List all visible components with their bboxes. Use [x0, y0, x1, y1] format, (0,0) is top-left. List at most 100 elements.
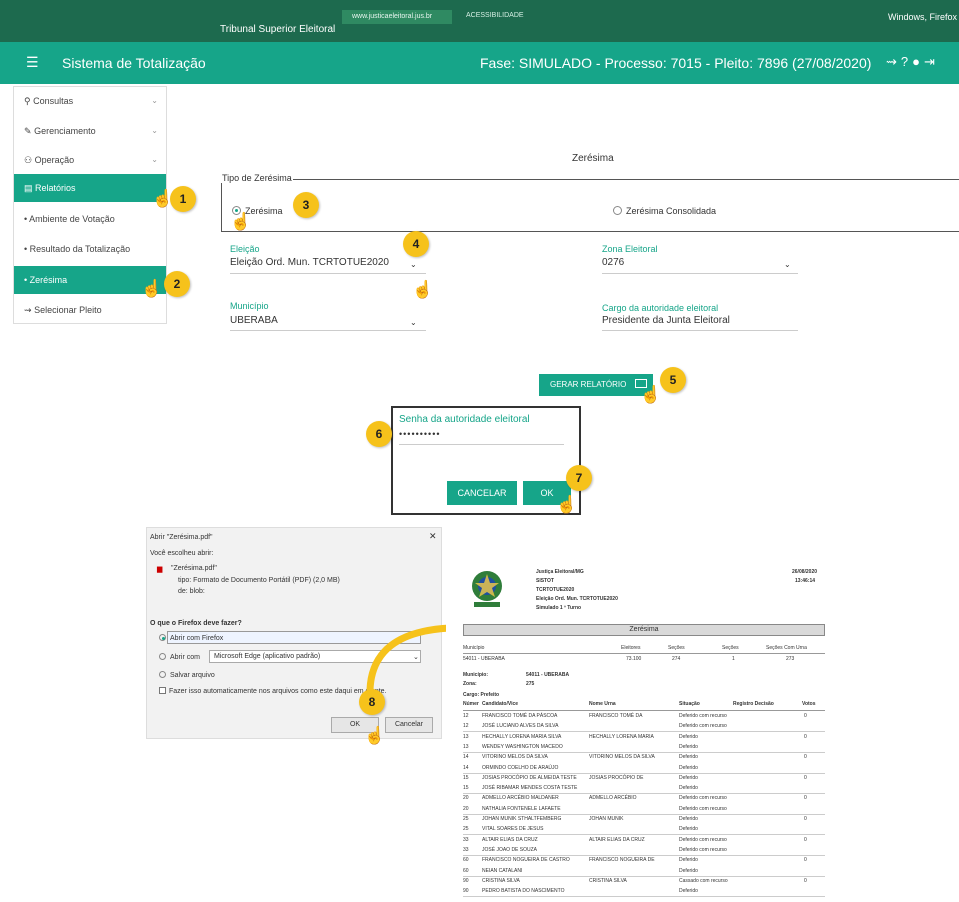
sidebar-item-ambiente-votacao[interactable]: • Ambiente de Votação — [14, 205, 166, 233]
pdf-table-cell: Deferido — [679, 764, 698, 771]
pdf-table-cell: Deferido — [679, 857, 698, 864]
switch-pleito-icon[interactable]: ⇝ — [886, 54, 901, 69]
portal-link[interactable]: www.justicaeleitoral.jus.br — [342, 10, 452, 24]
cancel-button[interactable]: Cancelar — [385, 717, 433, 733]
pdf-table-cell: Deferido — [679, 754, 698, 761]
sidebar-item-resultado-totalizacao[interactable]: • Resultado da Totalização — [14, 235, 166, 263]
pdf-table-cell: 12 — [463, 723, 469, 730]
pdf-table-cell: NEIAN CATALANI — [482, 867, 523, 874]
chevron-down-icon[interactable]: ⌄ — [410, 260, 417, 269]
chevron-down-icon: ⌄ — [151, 155, 158, 164]
sidebar-item-relatorios[interactable]: ▤ Relatórios — [14, 174, 166, 202]
sidebar-item-label: Resultado da Totalização — [29, 244, 131, 254]
org-name: Tribunal Superior Eleitoral — [220, 24, 336, 35]
pdf-table-cell: VITAL SOARES DE JESUS — [482, 826, 544, 833]
pdf-table-cell: ORMINDO COELHO DE ARAÚJO — [482, 764, 559, 771]
question-text: O que o Firefox deve fazer? — [150, 620, 242, 627]
pdf-table-cell: 0 — [804, 774, 807, 781]
pdf-table-cell: Deferido — [679, 743, 698, 750]
pdf-table-cell: 0 — [804, 836, 807, 843]
bullet-icon: • — [24, 275, 28, 285]
pdf-row-divider — [463, 854, 825, 856]
switch-icon: ⇝ — [24, 305, 32, 315]
tipo-zeresima-group — [221, 179, 959, 232]
chevron-down-icon[interactable]: ⌄ — [410, 318, 417, 327]
hand-cursor-icon: ☝ — [640, 385, 662, 404]
pdf-table-cell: Deferido — [679, 867, 698, 874]
radio-open-with[interactable]: Abrir com — [159, 653, 200, 661]
sidebar-item-gerenciamento[interactable]: ✎ Gerenciamento ⌄ — [14, 117, 166, 145]
sidebar-item-consultas[interactable]: ⚲ Consultas ⌄ — [14, 87, 166, 115]
tipo-zeresima-legend: Tipo de Zerésima — [221, 173, 293, 183]
chevron-down-icon[interactable]: ⌄ — [784, 260, 791, 269]
sidebar-item-label: Relatórios — [35, 183, 76, 193]
pdf-table-cell: 33 — [463, 836, 469, 843]
pdf-preview: Justiça Eleitoral/MG SISTOT TCRTOTUE2020… — [446, 553, 836, 902]
sidebar-item-label: Gerenciamento — [34, 126, 96, 136]
sidebar-item-selecionar-pleito[interactable]: ⇝ Selecionar Pleito — [14, 296, 166, 324]
dialog-title: Abrir "Zerésima.pdf" — [150, 534, 213, 541]
window-title: Windows, Firefox — [887, 12, 957, 22]
password-label: Senha da autoridade eleitoral — [399, 414, 530, 425]
radio-unselected-icon — [613, 206, 622, 215]
pdf-table-cell: 13 — [463, 733, 469, 740]
pdf-table-cell: Deferido — [679, 733, 698, 740]
hand-cursor-icon: ☝ — [412, 280, 434, 299]
pdf-table-cell: CRISTINA SILVA — [589, 877, 627, 884]
eleicao-select[interactable]: Eleição Ord. Mun. TCRTOTUE2020 — [230, 257, 389, 268]
app-bar: ☰ Sistema de Totalização Fase: SIMULADO … — [0, 42, 959, 84]
top-header: Tribunal Superior Eleitoral www.justicae… — [0, 0, 959, 42]
pdf-table-cell: Deferido com recurso — [679, 713, 727, 719]
pdf-table-cell: 15 — [463, 785, 469, 792]
radio-open-firefox[interactable]: Abrir com Firefox — [159, 634, 223, 642]
pdf-table-cell: 25 — [463, 816, 469, 822]
pdf-table-cell: Deferido com recurso — [679, 795, 727, 802]
sidebar-item-label: Ambiente de Votação — [29, 214, 115, 224]
municipio-select[interactable]: UBERABA — [230, 315, 278, 326]
hand-cursor-icon: ☝ — [230, 212, 252, 231]
logout-icon[interactable]: ⇥ — [924, 54, 939, 69]
pdf-row-divider — [463, 813, 825, 815]
pdf-table-cell: Deferido com recurso — [679, 723, 727, 730]
sidebar-item-label: Operação — [34, 155, 75, 165]
report-band-title: Zerésima — [463, 624, 825, 636]
pdf-table-cell: 0 — [804, 754, 807, 761]
pdf-table-cell: 33 — [463, 846, 469, 853]
pdf-table-cell: PEDRO BATISTA DO NASCIMENTO — [482, 888, 565, 895]
cancel-button[interactable]: CANCELAR — [447, 481, 517, 505]
municipio-label: Município — [230, 301, 269, 311]
zona-select[interactable]: 0276 — [602, 257, 624, 268]
user-icon[interactable]: ● — [912, 54, 924, 69]
close-icon[interactable]: ✕ — [429, 531, 437, 542]
help-icon[interactable]: ? — [901, 54, 912, 69]
pdf-table-cell: VITORINO MELOS DA SILVA — [482, 754, 548, 761]
pdf-table-cell: JOHAN MUNIK STHALTFEMBERG — [482, 816, 562, 822]
gerar-relatorio-button[interactable]: GERAR RELATÓRIO — [539, 374, 653, 396]
pdf-table-cell: 20 — [463, 805, 469, 812]
pdf-table-cell: Deferido — [679, 816, 698, 822]
password-input[interactable]: •••••••••• — [399, 429, 441, 439]
hamburger-menu-icon[interactable]: ☰ — [26, 54, 39, 71]
pdf-table-cell: ALTAIR ELIAS DA CRUZ — [482, 836, 538, 843]
pdf-table-cell: 90 — [463, 888, 469, 895]
file-type: tipo: Formato de Documento Portátil (PDF… — [178, 577, 340, 584]
auto-checkbox[interactable]: Fazer isso automaticamente nos arquivos … — [159, 687, 387, 695]
pdf-table-cell: 60 — [463, 857, 469, 864]
pdf-table-cell: Deferido com recurso — [679, 805, 727, 812]
pdf-row-divider — [463, 731, 825, 733]
search-icon: ⚲ — [24, 96, 31, 106]
step-marker: 6 — [366, 421, 392, 447]
pdf-table-cell: FRANCISCO NOGUEIRA DE — [589, 857, 655, 864]
accessibility-link[interactable]: ACESSIBILIDADE — [466, 12, 524, 19]
sidebar-item-operacao[interactable]: ⚇ Operação ⌄ — [14, 146, 166, 174]
pdf-table-cell: 15 — [463, 774, 469, 781]
file-name: "Zerésima.pdf" — [171, 565, 217, 572]
radio-save-file[interactable]: Salvar arquivo — [159, 671, 215, 679]
hand-cursor-icon: ☝ — [556, 495, 578, 514]
radio-zeresima-consolidada[interactable]: Zerésima Consolidada — [613, 206, 716, 216]
pdf-row-divider — [463, 751, 825, 753]
step-marker: 4 — [403, 231, 429, 257]
pdf-table-cell: FRANCISCO NOGUEIRA DE CASTRO — [482, 857, 570, 864]
pdf-table-cell: WENDEY WASHINGTON MACEDO — [482, 743, 563, 750]
step-marker: 2 — [164, 271, 190, 297]
